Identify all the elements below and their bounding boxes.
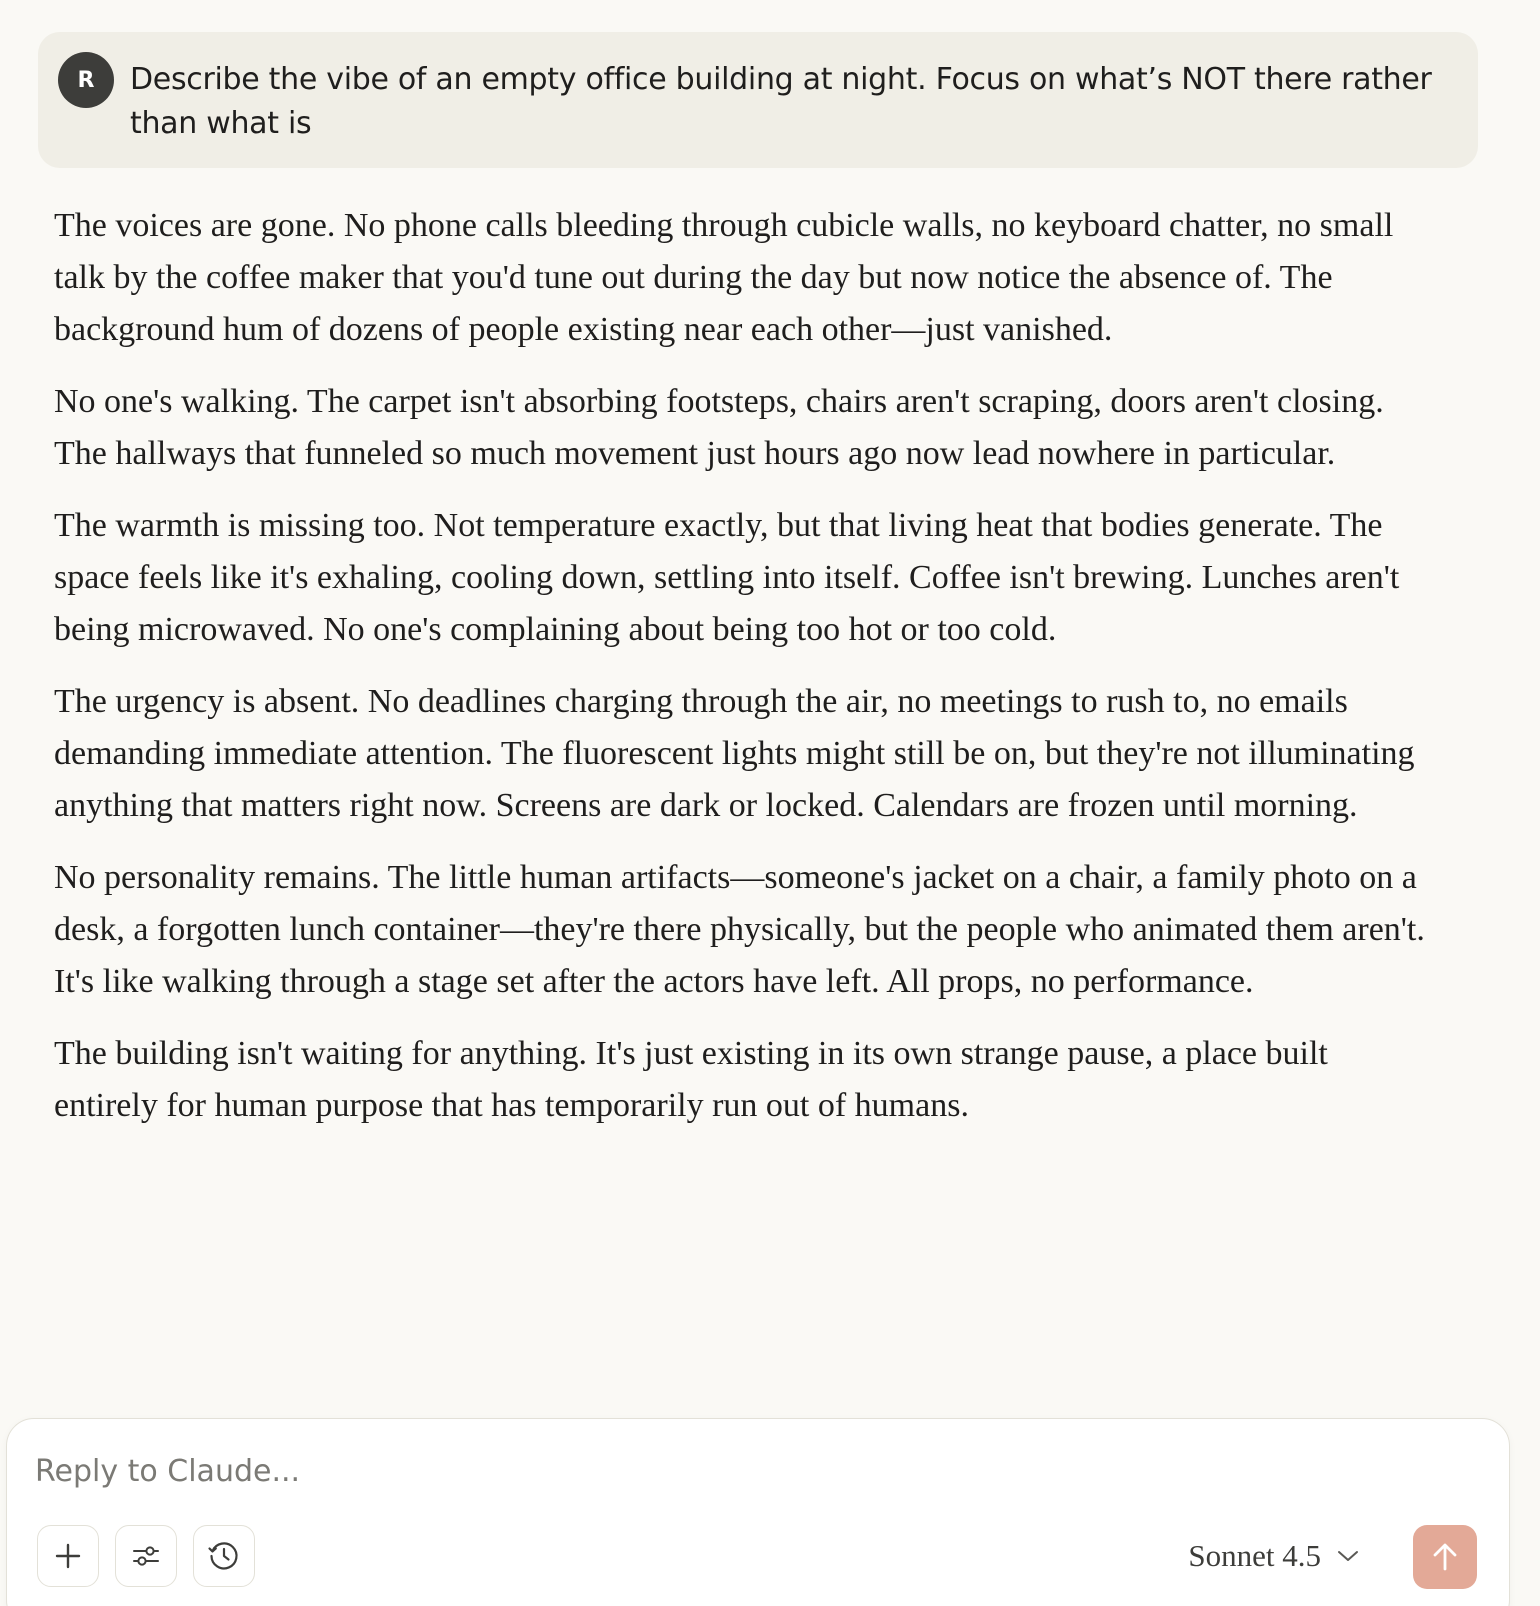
chat-page: R Describe the vibe of an empty office b… [0,0,1540,1606]
arrow-up-icon [1433,1543,1457,1571]
model-name: Sonnet 4.5 [1188,1538,1321,1573]
user-message-text: Describe the vibe of an empty office bui… [130,62,1432,141]
plus-icon [55,1543,81,1569]
response-paragraph: The urgency is absent. No deadlines char… [54,683,1415,824]
response-paragraph: The warmth is missing too. Not temperatu… [54,507,1400,648]
tools-button[interactable] [115,1525,177,1587]
response-paragraph: No one's walking. The carpet isn't absor… [54,383,1384,472]
response-paragraph: No personality remains. The little human… [54,859,1425,1000]
reply-input[interactable] [35,1449,1335,1493]
history-button[interactable] [193,1525,255,1587]
sliders-icon [133,1546,159,1566]
add-button[interactable] [37,1525,99,1587]
user-message: R Describe the vibe of an empty office b… [38,32,1478,168]
response-paragraph: The building isn't waiting for anything.… [54,1035,1328,1124]
clock-icon [208,1542,238,1570]
response-paragraph: The voices are gone. No phone calls blee… [54,207,1394,348]
model-selector[interactable]: Sonnet 4.5 [1188,1529,1359,1583]
send-button[interactable] [1413,1525,1477,1589]
reply-composer: Sonnet 4.5 [6,1418,1510,1606]
user-avatar[interactable]: R [58,52,114,108]
chevron-down-icon [1338,1551,1358,1561]
assistant-response: The voices are gone. No phone calls blee… [54,200,1434,1152]
